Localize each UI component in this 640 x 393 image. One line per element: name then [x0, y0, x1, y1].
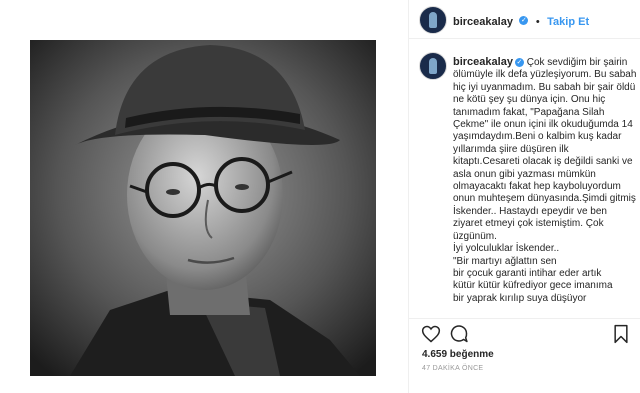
post-timestamp[interactable]: 47 DAKİKA ÖNCE	[422, 365, 483, 372]
comment-icon	[450, 325, 468, 343]
header-user-row: birceakalay ✓ • Takip Et	[453, 12, 589, 30]
caption-area: birceakalay ✓ Çok sevdiğim bir şairin ölü…	[409, 39, 640, 319]
save-button[interactable]	[611, 324, 631, 344]
caption-verified-icon: ✓	[514, 57, 524, 67]
post-media	[0, 0, 409, 393]
post-photo[interactable]	[30, 40, 376, 376]
instagram-post: birceakalay ✓ • Takip Et birceakalay ✓ Ço…	[0, 0, 640, 393]
like-button[interactable]	[421, 324, 441, 344]
caption-username[interactable]: birceakalay	[453, 56, 513, 68]
caption-avatar[interactable]	[419, 52, 447, 80]
header-username[interactable]: birceakalay	[453, 16, 513, 28]
likes-count[interactable]: 4.659 beğenme	[422, 349, 494, 360]
caption-text: Çok sevdiğim bir şairin ölümüyle ilk def…	[453, 57, 637, 304]
caption: birceakalay ✓ Çok sevdiğim bir şairin ölü…	[453, 56, 637, 305]
comment-button[interactable]	[449, 324, 469, 344]
post-side-panel: birceakalay ✓ • Takip Et birceakalay ✓ Ço…	[409, 0, 640, 393]
verified-icon: ✓	[519, 16, 529, 26]
post-header: birceakalay ✓ • Takip Et	[409, 0, 640, 39]
avatar[interactable]	[419, 6, 447, 34]
action-bar	[409, 318, 640, 349]
separator-dot: •	[535, 16, 540, 28]
bookmark-icon	[614, 324, 628, 344]
follow-button[interactable]: Takip Et	[547, 16, 589, 28]
portrait-image	[30, 40, 376, 376]
heart-icon	[421, 325, 441, 343]
